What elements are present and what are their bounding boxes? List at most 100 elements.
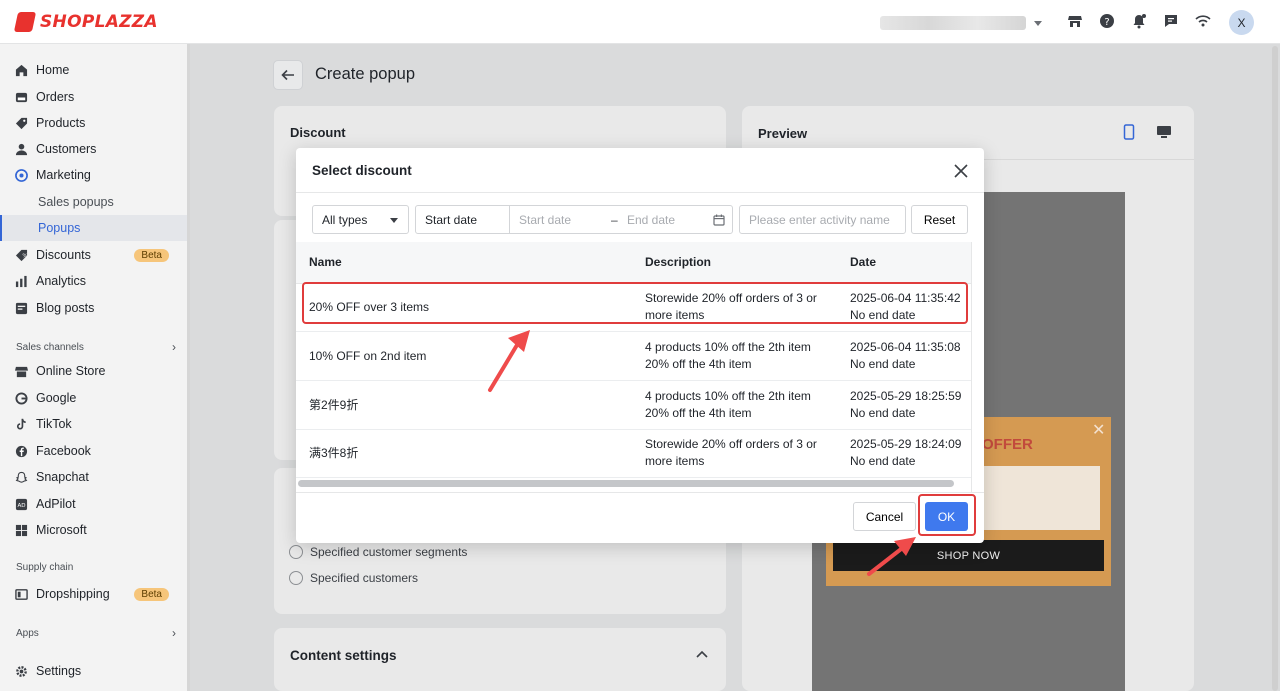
start-date-input[interactable]: Start date	[519, 213, 611, 227]
logo-mark-icon	[13, 12, 37, 32]
arrow-left-icon	[281, 69, 294, 81]
gear-icon	[14, 664, 28, 678]
svg-text:AD: AD	[17, 502, 25, 508]
content-settings-title: Content settings	[290, 648, 397, 663]
sidebar-label: Microsoft	[36, 523, 87, 537]
select-discount-dialog: Select discount All types Start date Sta…	[296, 148, 984, 543]
sidebar-item-sales-popups[interactable]: Sales popups	[0, 189, 187, 215]
sidebar-label: Facebook	[36, 444, 91, 458]
discount-type-select[interactable]: All types	[312, 205, 409, 234]
sidebar-label: Orders	[36, 90, 75, 104]
cancel-button[interactable]: Cancel	[853, 502, 916, 531]
analytics-icon	[14, 274, 28, 288]
home-icon	[14, 63, 28, 77]
table-row[interactable]: 第2件9折 4 products 10% off the 2th item 20…	[296, 382, 971, 430]
end-date-input[interactable]: End date	[627, 213, 713, 227]
sidebar-item-blog-posts[interactable]: Blog posts	[0, 295, 187, 321]
discount-end-date: No end date	[850, 357, 916, 371]
column-header-date: Date	[850, 255, 877, 269]
section-label: Sales channels	[16, 341, 84, 353]
radio-label: Specified customers	[310, 571, 419, 585]
radio-customer-segments[interactable]: Specified customer segments	[289, 545, 467, 559]
sidebar-item-popups[interactable]: Popups	[0, 215, 187, 241]
sidebar-item-online-store[interactable]: Online Store	[0, 358, 187, 384]
apps-section[interactable]: Apps ›	[16, 626, 176, 640]
person-icon	[14, 142, 28, 156]
sidebar-item-microsoft[interactable]: Microsoft	[0, 517, 187, 543]
discount-end-date: No end date	[850, 454, 916, 468]
sidebar-item-facebook[interactable]: Facebook	[0, 438, 187, 464]
table-row[interactable]: 满3件8折 Storewide 20% off orders of 3 or m…	[296, 430, 971, 478]
sidebar-item-home[interactable]: Home	[0, 57, 187, 83]
bell-icon[interactable]	[1130, 12, 1148, 30]
store-icon[interactable]	[1066, 12, 1084, 30]
radio-button[interactable]	[289, 571, 303, 585]
sidebar-item-orders[interactable]: Orders	[0, 84, 187, 110]
radio-label: Specified customer segments	[310, 545, 468, 559]
back-button[interactable]	[273, 60, 303, 90]
activity-name-search-input[interactable]	[739, 205, 906, 234]
orders-icon	[14, 90, 28, 104]
sidebar-label: Sales popups	[38, 195, 114, 209]
sidebar-item-customers[interactable]: Customers	[0, 136, 187, 162]
brand-name: SHOPLAZZA	[40, 12, 158, 32]
adpilot-icon: AD	[14, 497, 28, 511]
close-button[interactable]	[950, 160, 972, 182]
sidebar-item-analytics[interactable]: Analytics	[0, 268, 187, 294]
shoplazza-logo[interactable]: SHOPLAZZA	[13, 11, 158, 33]
sidebar-label: Marketing	[36, 168, 91, 182]
sidebar-item-tiktok[interactable]: TikTok	[0, 411, 187, 437]
chevron-right-icon: ›	[172, 626, 176, 640]
sidebar-item-marketing[interactable]: Marketing	[0, 162, 187, 188]
store-icon	[14, 364, 28, 378]
highlight-ok-button	[918, 494, 976, 536]
sidebar-label: Dropshipping	[36, 587, 110, 601]
close-icon	[954, 164, 968, 178]
discount-description: 20% off the 4th item	[645, 357, 752, 371]
radio-button[interactable]	[289, 545, 303, 559]
radio-specified-customers[interactable]: Specified customers	[289, 571, 418, 585]
reset-button[interactable]: Reset	[911, 205, 968, 234]
table-row[interactable]: 10% OFF on 2nd item 4 products 10% off t…	[296, 333, 971, 381]
desktop-view-icon[interactable]	[1156, 125, 1172, 139]
popup-offer-title: OFFER	[982, 436, 1033, 453]
discount-table: Name Description Date 20% OFF over 3 ite…	[296, 242, 972, 492]
date-type-label[interactable]: Start date	[416, 206, 510, 233]
sidebar-item-dropshipping[interactable]: Dropshipping Beta	[0, 581, 187, 607]
mobile-view-icon[interactable]	[1123, 124, 1135, 140]
discount-description: 20% off the 4th item	[645, 406, 752, 420]
sidebar-label: AdPilot	[36, 497, 76, 511]
sales-channels-section[interactable]: Sales channels ›	[16, 340, 176, 354]
chevron-up-icon[interactable]	[695, 649, 709, 659]
date-range-picker[interactable]: Start date Start date – End date	[415, 205, 733, 234]
snapchat-icon	[14, 470, 28, 484]
facebook-icon	[14, 444, 28, 458]
sidebar-label: Online Store	[36, 364, 106, 378]
sidebar-label: Blog posts	[36, 301, 95, 315]
marketing-icon	[14, 168, 28, 182]
tiktok-icon	[14, 417, 28, 431]
sidebar-item-settings[interactable]: Settings	[0, 658, 187, 684]
help-icon[interactable]: ?	[1098, 12, 1116, 30]
horizontal-scrollbar[interactable]	[298, 480, 954, 487]
dialog-title: Select discount	[312, 163, 412, 178]
sidebar-item-snapchat[interactable]: Snapchat	[0, 464, 187, 490]
store-switcher[interactable]	[880, 14, 1044, 32]
sidebar-item-discounts[interactable]: % Discounts Beta	[0, 242, 187, 268]
chevron-right-icon: ›	[172, 340, 176, 354]
avatar[interactable]: X	[1229, 10, 1254, 35]
wifi-icon[interactable]	[1194, 12, 1212, 30]
divider	[296, 192, 984, 193]
page-scrollbar[interactable]	[1272, 46, 1278, 691]
chat-icon[interactable]	[1162, 12, 1180, 30]
chevron-down-icon	[1034, 20, 1042, 26]
sidebar-item-adpilot[interactable]: AD AdPilot	[0, 491, 187, 517]
sidebar-item-google[interactable]: Google	[0, 385, 187, 411]
discount-description: 4 products 10% off the 2th item	[645, 340, 811, 354]
divider	[296, 492, 984, 493]
section-label: Supply chain	[16, 562, 74, 573]
discount-name: 10% OFF on 2nd item	[309, 349, 427, 363]
column-header-description: Description	[645, 255, 712, 269]
sidebar-item-products[interactable]: Products	[0, 110, 187, 136]
top-bar: SHOPLAZZA ? X	[0, 0, 1280, 44]
